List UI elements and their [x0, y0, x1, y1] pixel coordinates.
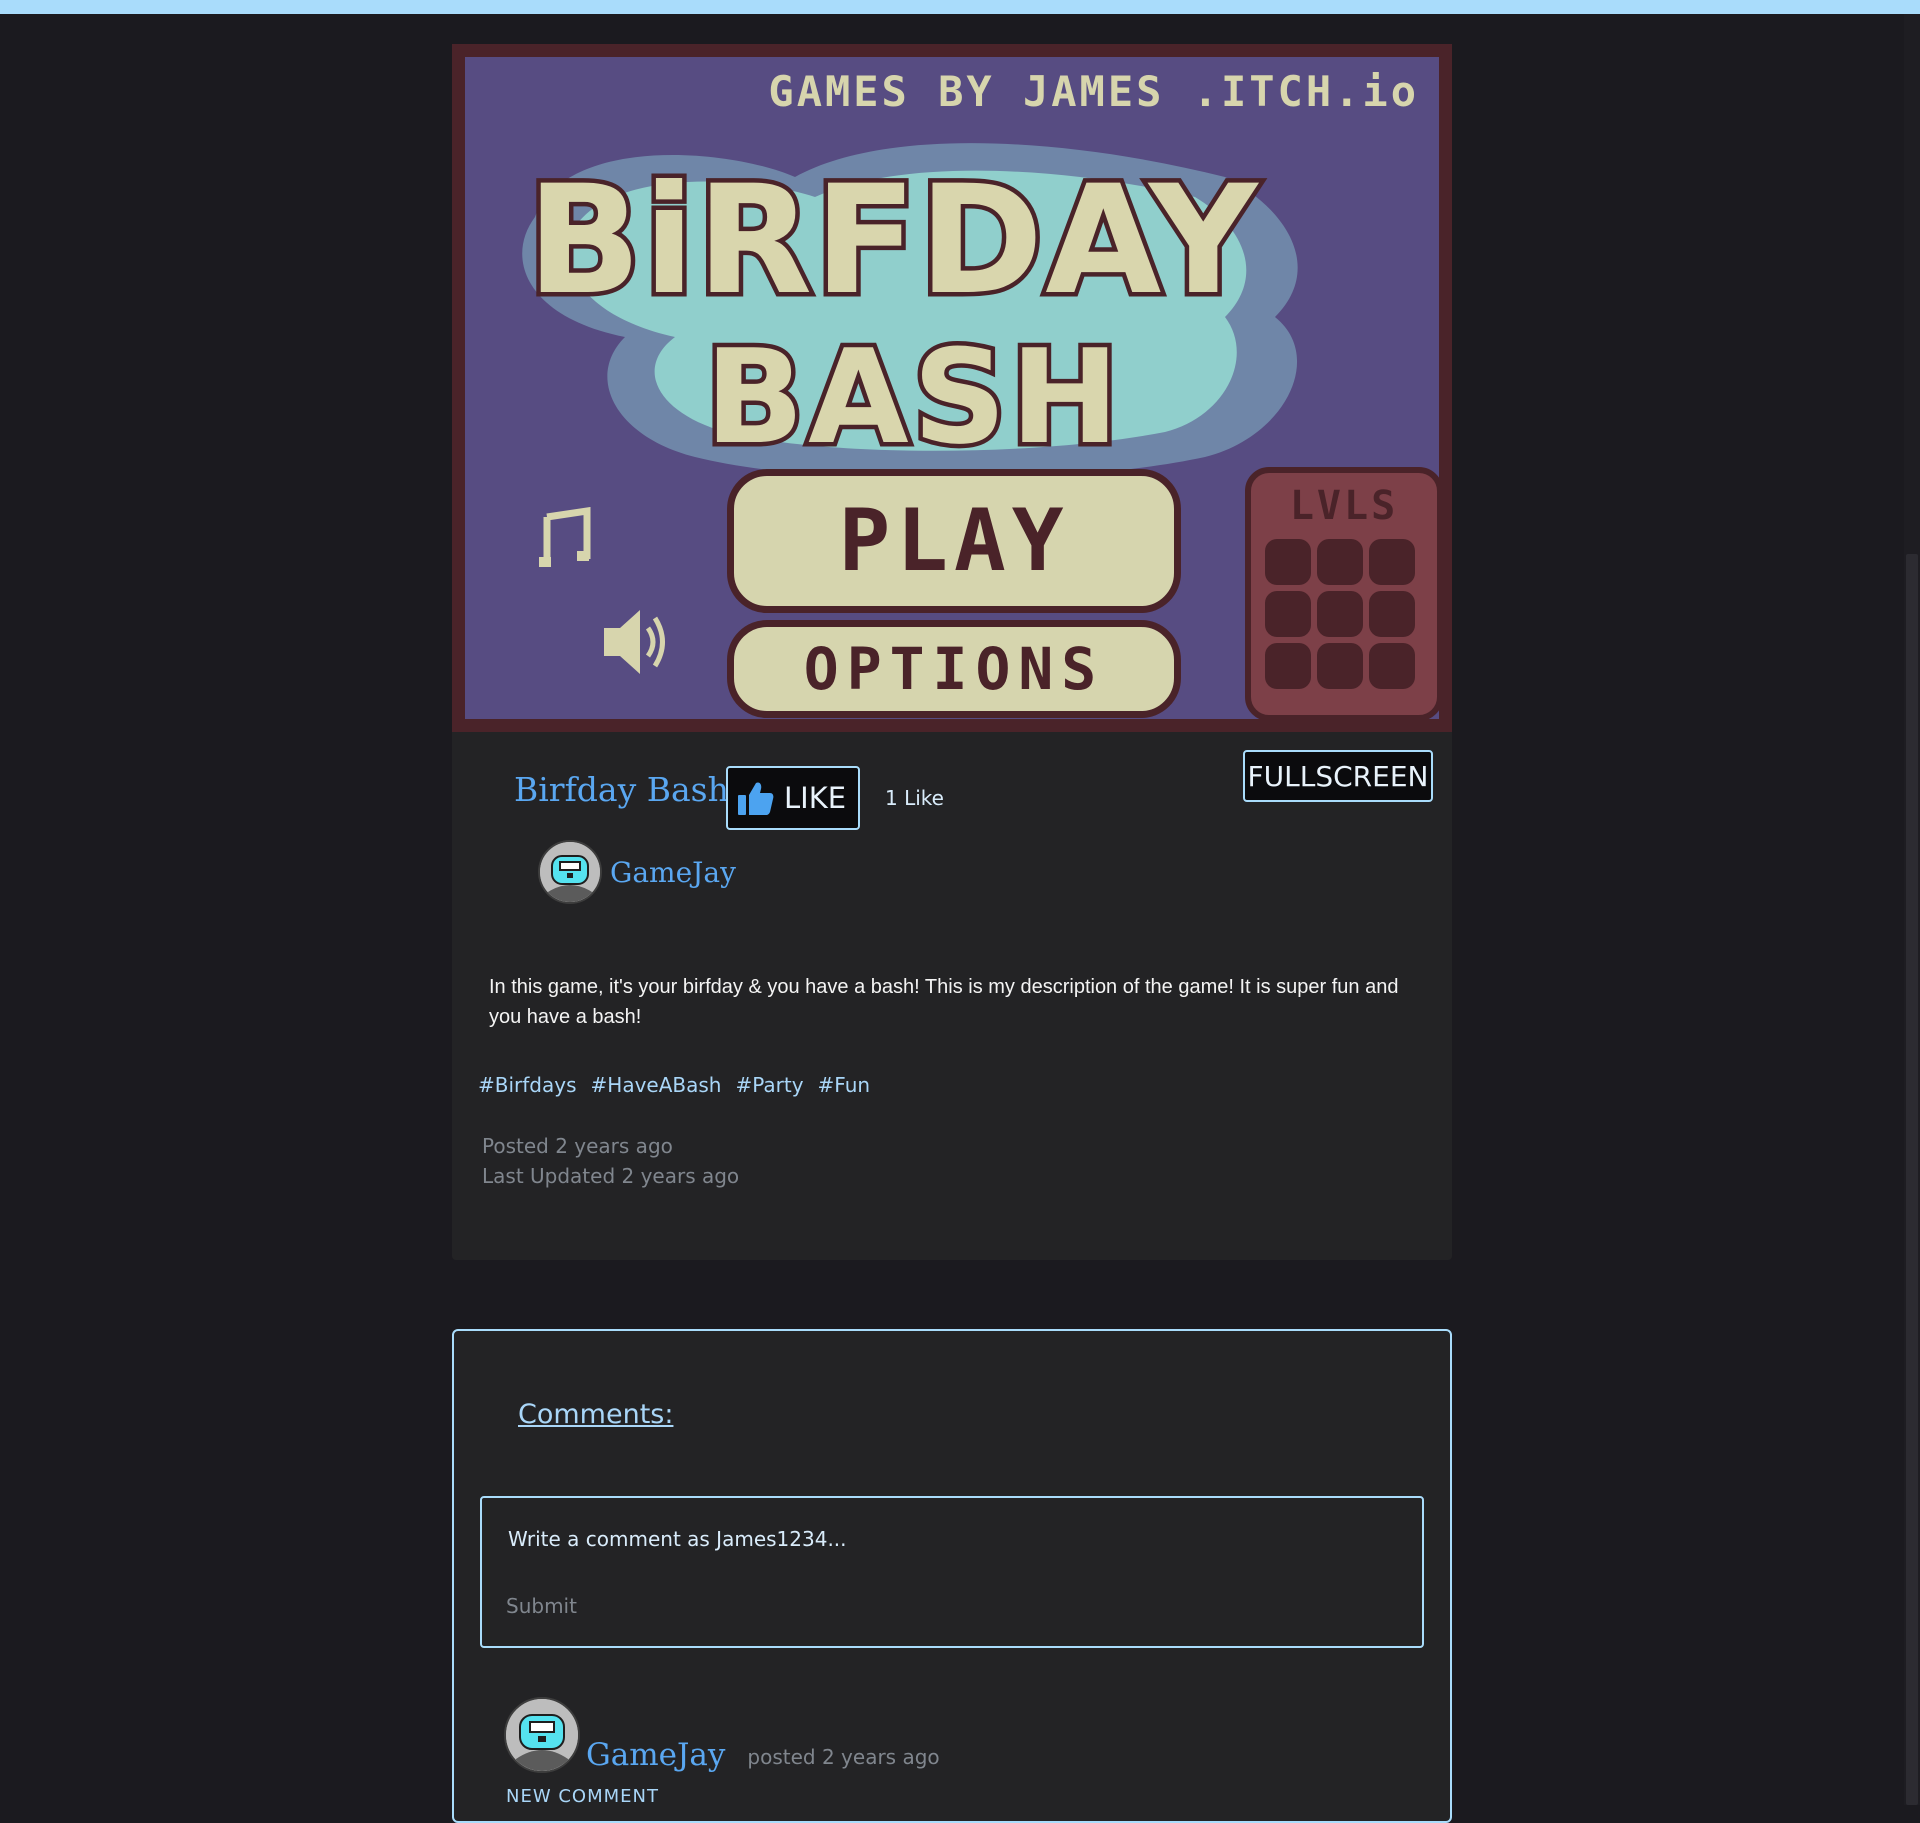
controller-avatar-icon — [540, 842, 600, 902]
comment-item: GameJay posted 2 years ago — [504, 1697, 940, 1773]
game-embed-frame[interactable]: GAMES BY JAMES .ITCH.io BiRFDAY BASH PLA… — [452, 44, 1452, 732]
scrollbar-thumb[interactable] — [1906, 554, 1918, 1805]
thumbs-up-icon — [738, 782, 774, 815]
page-scrollbar[interactable] — [1904, 14, 1920, 1805]
browser-top-bar — [0, 0, 1920, 14]
comment-form: Submit — [480, 1496, 1424, 1648]
levels-grid — [1265, 539, 1415, 689]
comment-text: NEW COMMENT — [506, 1786, 659, 1807]
like-button[interactable]: LIKE — [726, 766, 860, 830]
level-dot — [1265, 539, 1311, 585]
speaker-icon[interactable] — [600, 602, 670, 686]
tag-link[interactable]: #Fun — [818, 1073, 871, 1097]
tag-link[interactable]: #Party — [735, 1073, 803, 1097]
controller-avatar-icon — [506, 1699, 578, 1771]
level-dot — [1265, 591, 1311, 637]
levels-label: LVLS — [1289, 483, 1399, 529]
music-note-icon[interactable] — [537, 506, 591, 575]
game-title-line1: BiRFDAY — [527, 154, 1260, 328]
comment-timestamp: posted 2 years ago — [747, 1745, 940, 1769]
fullscreen-button[interactable]: FULLSCREEN — [1243, 750, 1433, 802]
game-options-button[interactable]: OPTIONS — [727, 620, 1181, 718]
comment-author-name[interactable]: GameJay — [586, 1737, 725, 1773]
tag-link[interactable]: #Birfdays — [478, 1073, 577, 1097]
comment-input[interactable] — [506, 1526, 1390, 1552]
posted-date: Posted 2 years ago — [482, 1134, 673, 1158]
level-dot — [1317, 643, 1363, 689]
comment-author-avatar[interactable] — [504, 1697, 580, 1773]
author-name[interactable]: GameJay — [610, 856, 736, 889]
author-avatar[interactable] — [538, 840, 602, 904]
game-title-line2: BASH — [705, 321, 1123, 473]
level-dot — [1369, 539, 1415, 585]
like-count: 1 Like — [885, 786, 944, 810]
level-dot — [1317, 591, 1363, 637]
like-label: LIKE — [784, 781, 847, 815]
submit-button[interactable]: Submit — [506, 1594, 577, 1618]
comments-heading: Comments: — [518, 1399, 674, 1430]
author-row[interactable]: GameJay — [538, 840, 736, 904]
level-dot — [1265, 643, 1311, 689]
tag-list: #Birfdays #HaveABash #Party #Fun — [478, 1073, 884, 1097]
post-meta: Posted 2 years ago Last Updated 2 years … — [482, 1131, 739, 1191]
tag-link[interactable]: #HaveABash — [591, 1073, 722, 1097]
level-dot — [1369, 643, 1415, 689]
game-play-button[interactable]: PLAY — [727, 469, 1181, 613]
level-dot — [1369, 591, 1415, 637]
game-title-screen[interactable]: GAMES BY JAMES .ITCH.io BiRFDAY BASH PLA… — [465, 57, 1439, 719]
updated-date: Last Updated 2 years ago — [482, 1164, 740, 1188]
game-title[interactable]: Birfday Bash — [514, 770, 729, 809]
game-levels-button[interactable]: LVLS — [1245, 467, 1439, 719]
game-card: GAMES BY JAMES .ITCH.io BiRFDAY BASH PLA… — [452, 44, 1452, 1260]
level-dot — [1317, 539, 1363, 585]
comments-section: Comments: Submit GameJay posted 2 years … — [452, 1329, 1452, 1823]
game-description: In this game, it's your birfday & you ha… — [489, 976, 1399, 1028]
